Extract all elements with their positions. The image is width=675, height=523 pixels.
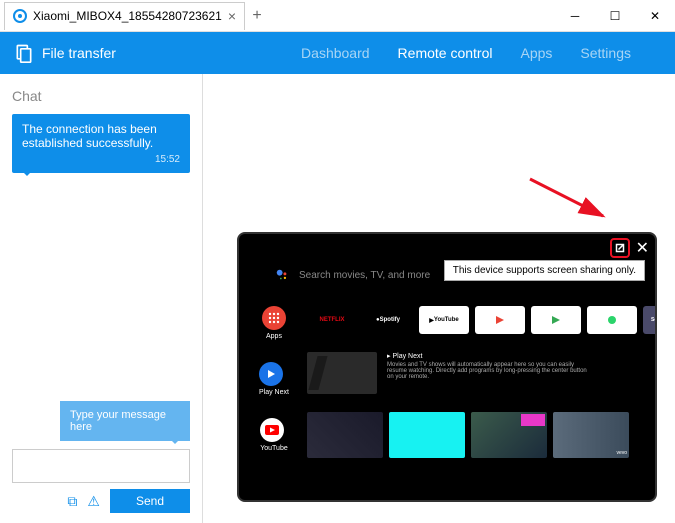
tile-youtube[interactable]: ▶ YouTube bbox=[419, 306, 469, 334]
app-column: Apps Play Next YouTube bbox=[259, 306, 289, 452]
screenshot-icon[interactable]: ⧉ bbox=[67, 493, 77, 510]
play-icon bbox=[259, 362, 283, 386]
minimize-button[interactable]: ─ bbox=[555, 1, 595, 31]
chat-sidebar: Chat The connection has been established… bbox=[0, 74, 203, 523]
tile-play-store[interactable] bbox=[531, 306, 581, 334]
annotation-arrow-icon bbox=[525, 174, 615, 224]
chat-input[interactable] bbox=[12, 449, 190, 483]
play-next-row: ▸ Play Next Movies and TV shows will aut… bbox=[307, 352, 587, 394]
nav-apps[interactable]: Apps bbox=[520, 45, 552, 61]
nav-remote-control[interactable]: Remote control bbox=[398, 45, 493, 61]
send-button[interactable]: Send bbox=[110, 489, 190, 513]
teamviewer-icon bbox=[13, 9, 27, 23]
tooltip: This device supports screen sharing only… bbox=[444, 260, 645, 281]
browser-tab[interactable]: Xiaomi_MIBOX4_18554280723621 × bbox=[4, 2, 245, 30]
window-titlebar: Xiaomi_MIBOX4_18554280723621 × + ─ ☐ ✕ bbox=[0, 0, 675, 32]
tile-spotify[interactable]: ● Spotify bbox=[363, 306, 413, 334]
popout-icon bbox=[614, 242, 626, 254]
apps-icon bbox=[262, 306, 286, 330]
play-next-launcher[interactable]: Play Next bbox=[259, 362, 289, 396]
content-area: Chat The connection has been established… bbox=[0, 74, 675, 523]
rec-thumb-2[interactable] bbox=[389, 412, 465, 458]
popout-button[interactable] bbox=[610, 238, 630, 258]
nav-bar: File transfer Dashboard Remote control A… bbox=[0, 32, 675, 74]
nav-settings[interactable]: Settings bbox=[580, 45, 631, 61]
maximize-button[interactable]: ☐ bbox=[595, 1, 635, 31]
close-window-button[interactable]: ✕ bbox=[635, 1, 675, 31]
chat-message-text: The connection has been established succ… bbox=[22, 122, 180, 150]
tile-play-movies[interactable] bbox=[475, 306, 525, 334]
chat-bottom-row: ⧉ ⚠ Send bbox=[12, 489, 190, 513]
youtube-launcher[interactable]: YouTube bbox=[260, 418, 288, 452]
play-next-text: ▸ Play Next Movies and TV shows will aut… bbox=[387, 352, 587, 380]
tab-title: Xiaomi_MIBOX4_18554280723621 bbox=[33, 9, 222, 23]
chat-hint-bubble: Type your message here bbox=[60, 401, 190, 441]
file-transfer-label[interactable]: File transfer bbox=[42, 45, 116, 61]
chat-message: The connection has been established succ… bbox=[12, 114, 190, 173]
new-tab-button[interactable]: + bbox=[245, 7, 269, 25]
apps-launcher[interactable]: Apps bbox=[262, 306, 286, 340]
nav-dashboard[interactable]: Dashboard bbox=[301, 45, 370, 61]
tile-solid-explorer[interactable]: Solid Explorer bbox=[643, 306, 657, 334]
alert-icon[interactable]: ⚠ bbox=[87, 493, 100, 510]
nav-links: Dashboard Remote control Apps Settings bbox=[301, 45, 631, 61]
tile-netflix[interactable]: NETFLIX bbox=[307, 306, 357, 334]
app-tile-row: NETFLIX ● Spotify ▶ YouTube Solid Explor… bbox=[307, 306, 657, 334]
search-row[interactable]: Search movies, TV, and more bbox=[275, 268, 430, 282]
rec-thumb-1[interactable] bbox=[307, 412, 383, 458]
close-remote-icon[interactable]: ✕ bbox=[636, 238, 649, 258]
remote-device-screen[interactable]: ✕ This device supports screen sharing on… bbox=[237, 232, 657, 502]
chat-title: Chat bbox=[12, 88, 190, 104]
close-tab-icon[interactable]: × bbox=[228, 8, 236, 24]
play-next-thumb[interactable] bbox=[307, 352, 377, 394]
youtube-icon bbox=[260, 418, 284, 442]
remote-screen-panel: ✕ This device supports screen sharing on… bbox=[203, 74, 675, 523]
google-assistant-icon bbox=[275, 268, 289, 282]
search-placeholder: Search movies, TV, and more bbox=[299, 270, 430, 281]
file-transfer-icon bbox=[14, 43, 34, 63]
rec-thumb-4[interactable] bbox=[553, 412, 629, 458]
rec-thumb-3[interactable] bbox=[471, 412, 547, 458]
chat-message-time: 15:52 bbox=[22, 154, 180, 165]
window-controls: ─ ☐ ✕ bbox=[555, 1, 675, 31]
recommendation-row bbox=[307, 412, 629, 458]
tile-puffin[interactable] bbox=[587, 306, 637, 334]
